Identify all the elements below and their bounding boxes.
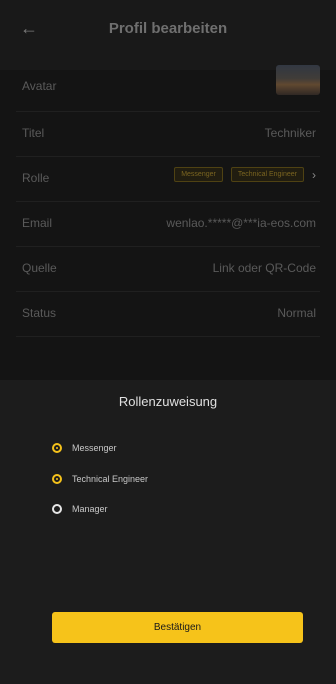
row-label: Email [22, 216, 53, 230]
row-label: Avatar [22, 79, 57, 93]
role-tag: Messenger [174, 167, 223, 182]
radio-checked-icon[interactable] [52, 443, 62, 453]
role-tags: Messenger Technical Engineer › [174, 167, 316, 182]
option-label: Messenger [72, 443, 117, 453]
role-tag: Technical Engineer [230, 167, 304, 182]
row-email[interactable]: Email wenlao.*****@***ia-eos.com [16, 202, 320, 247]
avatar[interactable] [276, 65, 320, 95]
row-status[interactable]: Status Normal [16, 292, 320, 337]
profile-rows: Avatar Titel Techniker Rolle Messenger T… [0, 65, 336, 337]
radio-unchecked-icon[interactable] [52, 504, 62, 514]
radio-checked-icon[interactable] [52, 474, 62, 484]
chevron-right-icon[interactable]: › [312, 168, 316, 182]
page-title: Profil bearbeiten [108, 20, 228, 37]
option-technical-engineer[interactable]: Technical Engineer [52, 474, 148, 484]
row-label: Status [22, 306, 57, 320]
option-manager[interactable]: Manager [52, 504, 108, 514]
row-avatar[interactable]: Avatar [16, 65, 320, 112]
row-label: Titel [22, 126, 45, 140]
role-assignment-sheet: Rollenzuweisung Messenger Technical Engi… [0, 380, 336, 684]
row-label: Quelle [22, 261, 57, 275]
row-role[interactable]: Rolle Messenger Technical Engineer › [16, 157, 320, 202]
confirm-button[interactable]: Bestätigen [52, 612, 303, 643]
row-label: Rolle [22, 171, 50, 185]
sheet-title: Rollenzuweisung [118, 394, 218, 409]
row-value: wenlao.*****@***ia-eos.com [166, 216, 316, 230]
row-title[interactable]: Titel Techniker [16, 112, 320, 157]
header: ← Profil bearbeiten [0, 0, 336, 70]
row-value: Link oder QR-Code [212, 261, 316, 275]
row-value: Techniker [264, 126, 316, 140]
row-value: Normal [277, 306, 316, 320]
option-label: Manager [72, 504, 108, 514]
row-source[interactable]: Quelle Link oder QR-Code [16, 247, 320, 292]
option-messenger[interactable]: Messenger [52, 443, 117, 453]
option-label: Technical Engineer [72, 474, 149, 484]
